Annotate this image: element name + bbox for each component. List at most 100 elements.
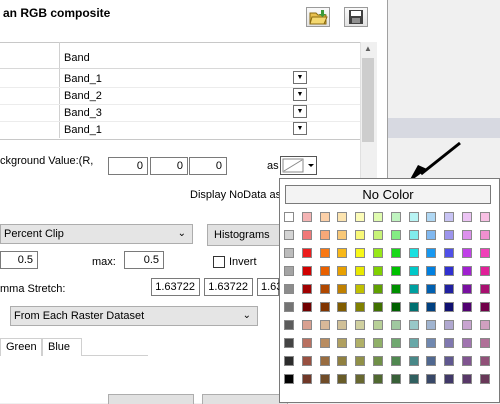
color-swatch[interactable]: [319, 374, 330, 384]
color-swatch[interactable]: [444, 284, 455, 294]
color-swatch[interactable]: [284, 320, 294, 330]
color-swatch[interactable]: [337, 284, 348, 294]
color-swatch[interactable]: [373, 284, 383, 294]
color-swatch[interactable]: [355, 266, 366, 276]
color-swatch[interactable]: [479, 374, 490, 384]
color-swatch[interactable]: [284, 356, 294, 366]
color-swatch[interactable]: [390, 338, 401, 348]
color-swatch[interactable]: [337, 374, 348, 384]
band-cell-green[interactable]: Band_2: [64, 90, 102, 102]
color-swatch[interactable]: [355, 356, 366, 366]
color-swatch[interactable]: [426, 320, 437, 330]
color-swatch[interactable]: [479, 230, 490, 240]
color-swatch[interactable]: [284, 374, 294, 384]
color-swatch[interactable]: [462, 230, 472, 240]
scrollbar-thumb[interactable]: [362, 58, 374, 142]
color-swatch[interactable]: [444, 230, 455, 240]
gamma-g-input[interactable]: 1.63722: [204, 278, 253, 296]
color-swatch[interactable]: [373, 212, 383, 222]
color-swatch[interactable]: [373, 302, 383, 312]
color-swatch[interactable]: [355, 302, 366, 312]
color-swatch[interactable]: [301, 320, 312, 330]
color-swatch[interactable]: [390, 212, 401, 222]
background-color-picker[interactable]: [280, 156, 317, 175]
color-swatch[interactable]: [355, 284, 366, 294]
gamma-r-input[interactable]: 1.63722: [151, 278, 200, 296]
color-swatch[interactable]: [462, 374, 472, 384]
color-swatch[interactable]: [426, 374, 437, 384]
color-swatch[interactable]: [355, 320, 366, 330]
color-swatch[interactable]: [301, 248, 312, 258]
color-swatch[interactable]: [444, 374, 455, 384]
tab-green[interactable]: Green: [0, 338, 42, 356]
scroll-up-icon[interactable]: ▲: [360, 42, 376, 56]
color-swatch[interactable]: [337, 320, 348, 330]
color-swatch[interactable]: [390, 356, 401, 366]
color-swatch[interactable]: [355, 212, 366, 222]
invert-checkbox[interactable]: [213, 256, 225, 268]
color-swatch[interactable]: [444, 338, 455, 348]
color-swatch[interactable]: [462, 248, 472, 258]
color-swatch[interactable]: [390, 284, 401, 294]
color-swatch[interactable]: [284, 302, 294, 312]
color-swatch[interactable]: [408, 302, 419, 312]
color-swatch[interactable]: [426, 302, 437, 312]
color-swatch[interactable]: [408, 248, 419, 258]
color-swatch[interactable]: [479, 248, 490, 258]
color-swatch[interactable]: [408, 338, 419, 348]
gamma-b-input[interactable]: 1.63: [257, 278, 282, 296]
background-r-input[interactable]: 0: [108, 157, 148, 175]
color-swatch[interactable]: [462, 302, 472, 312]
color-swatch[interactable]: [337, 248, 348, 258]
color-swatch[interactable]: [355, 248, 366, 258]
color-swatch[interactable]: [426, 212, 437, 222]
color-swatch[interactable]: [373, 338, 383, 348]
color-swatch[interactable]: [462, 212, 472, 222]
color-swatch[interactable]: [479, 320, 490, 330]
color-swatch[interactable]: [373, 320, 383, 330]
color-swatch[interactable]: [479, 338, 490, 348]
color-swatch[interactable]: [301, 338, 312, 348]
color-swatch[interactable]: [462, 320, 472, 330]
color-swatch[interactable]: [426, 338, 437, 348]
tab-blue[interactable]: Blue: [42, 338, 82, 356]
color-swatch[interactable]: [408, 266, 419, 276]
color-swatch[interactable]: [373, 248, 383, 258]
color-swatch[interactable]: [284, 248, 294, 258]
color-swatch[interactable]: [373, 230, 383, 240]
color-swatch[interactable]: [426, 356, 437, 366]
stretch-type-combo[interactable]: Percent Clip ⌄: [0, 224, 193, 244]
open-folder-button[interactable]: [306, 7, 330, 27]
color-swatch[interactable]: [319, 356, 330, 366]
color-swatch[interactable]: [337, 212, 348, 222]
color-swatch[interactable]: [301, 212, 312, 222]
histograms-button[interactable]: Histograms: [207, 224, 287, 246]
color-swatch[interactable]: [373, 374, 383, 384]
color-swatch[interactable]: [319, 284, 330, 294]
color-swatch[interactable]: [426, 284, 437, 294]
color-swatch[interactable]: [390, 320, 401, 330]
color-swatch[interactable]: [462, 266, 472, 276]
color-swatch[interactable]: [301, 302, 312, 312]
color-swatch[interactable]: [284, 338, 294, 348]
color-swatch[interactable]: [462, 284, 472, 294]
color-swatch[interactable]: [426, 230, 437, 240]
no-color-button[interactable]: No Color: [285, 185, 491, 204]
color-swatch[interactable]: [284, 284, 294, 294]
color-swatch[interactable]: [337, 230, 348, 240]
color-swatch[interactable]: [479, 302, 490, 312]
band-cell-blue[interactable]: Band_3: [64, 107, 102, 119]
color-swatch[interactable]: [444, 266, 455, 276]
color-swatch[interactable]: [301, 374, 312, 384]
statistics-source-combo[interactable]: From Each Raster Dataset ⌄: [10, 306, 258, 326]
color-swatch[interactable]: [426, 266, 437, 276]
band-dropdown-alpha[interactable]: ▼: [293, 122, 307, 135]
band-dropdown-blue[interactable]: ▼: [293, 105, 307, 118]
background-b-input[interactable]: 0: [189, 157, 227, 175]
band-dropdown-red[interactable]: ▼: [293, 71, 307, 84]
color-swatch[interactable]: [355, 374, 366, 384]
color-swatch[interactable]: [319, 266, 330, 276]
color-swatch[interactable]: [479, 356, 490, 366]
band-cell-red[interactable]: Band_1: [64, 73, 102, 85]
color-swatch[interactable]: [319, 230, 330, 240]
